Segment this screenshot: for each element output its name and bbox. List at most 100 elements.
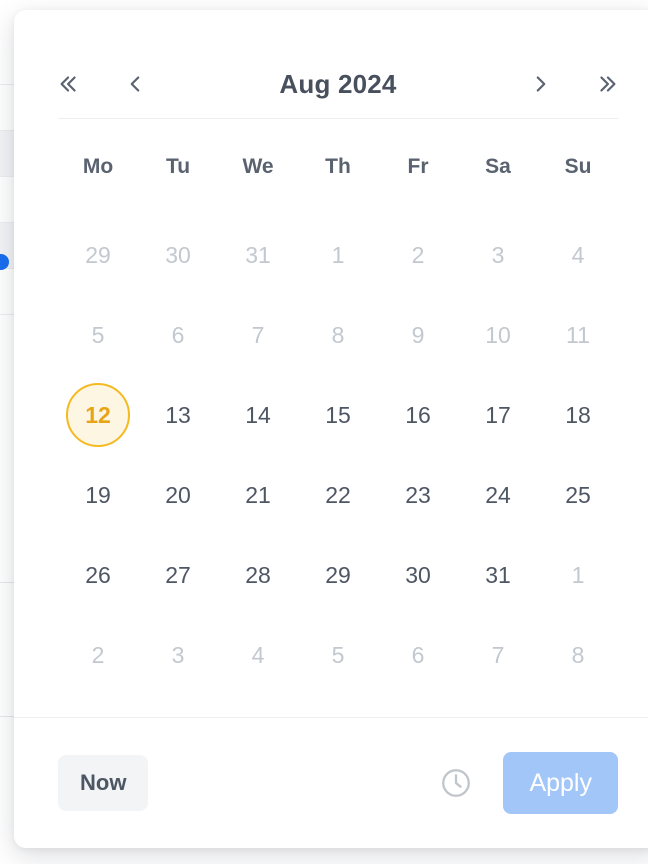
- calendar-cell: 1: [298, 215, 378, 295]
- calendar-cell: 8: [298, 295, 378, 375]
- calendar-day: 7: [491, 641, 505, 668]
- calendar-day: 1: [571, 561, 585, 588]
- calendar-cell: 9: [378, 295, 458, 375]
- next-month-button[interactable]: [518, 61, 564, 107]
- calendar-day[interactable]: 28: [226, 543, 290, 607]
- now-button[interactable]: Now: [58, 755, 149, 811]
- calendar-cell[interactable]: 22: [298, 455, 378, 535]
- calendar-day: 2: [91, 641, 105, 668]
- calendar-day[interactable]: 30: [386, 543, 450, 607]
- calendar-cell[interactable]: 29: [298, 535, 378, 615]
- calendar-day: 10: [485, 321, 511, 348]
- calendar-day[interactable]: 21: [226, 463, 290, 527]
- calendar-cell[interactable]: 13: [138, 375, 218, 455]
- calendar-day: 3: [491, 241, 505, 268]
- date-picker-popup: Aug 2024 Mo Tu We Th Fr Sa Su 29 30 31 1…: [14, 10, 648, 848]
- calendar-day: 8: [571, 641, 585, 668]
- weekday-tu: Tu: [165, 155, 191, 178]
- calendar-day: 3: [171, 641, 185, 668]
- chevron-right-icon: [528, 71, 554, 97]
- chevron-left-icon: [122, 71, 148, 97]
- calendar-day[interactable]: 26: [66, 543, 130, 607]
- calendar-day-selected[interactable]: 12: [66, 383, 130, 447]
- calendar-cell[interactable]: 21: [218, 455, 298, 535]
- calendar-day: 4: [251, 641, 265, 668]
- calendar-cell: 7: [218, 295, 298, 375]
- calendar-cell[interactable]: 19: [58, 455, 138, 535]
- calendar-cell[interactable]: 14: [218, 375, 298, 455]
- month-year-label[interactable]: Aug 2024: [158, 69, 518, 100]
- calendar-cell[interactable]: 23: [378, 455, 458, 535]
- calendar-cell[interactable]: 16: [378, 375, 458, 455]
- calendar-cell[interactable]: 25: [538, 455, 618, 535]
- calendar-day[interactable]: 16: [386, 383, 450, 447]
- calendar-cell[interactable]: 15: [298, 375, 378, 455]
- calendar-day: 7: [251, 321, 265, 348]
- calendar-day[interactable]: 31: [466, 543, 530, 607]
- weekday-fr: Fr: [407, 155, 429, 178]
- calendar-day[interactable]: 29: [306, 543, 370, 607]
- calendar-cell: 8: [538, 615, 618, 695]
- calendar-day[interactable]: 15: [306, 383, 370, 447]
- weekday-sa: Sa: [485, 155, 511, 178]
- calendar-day: 5: [331, 641, 345, 668]
- calendar-cell[interactable]: 20: [138, 455, 218, 535]
- apply-button[interactable]: Apply: [503, 752, 618, 814]
- calendar-cell: 4: [538, 215, 618, 295]
- calendar-cell[interactable]: 24: [458, 455, 538, 535]
- calendar-week-row: 12 13 14 15 16 17 18: [58, 375, 618, 455]
- calendar-cell: 10: [458, 295, 538, 375]
- calendar-day[interactable]: 27: [146, 543, 210, 607]
- calendar-day[interactable]: 17: [466, 383, 530, 447]
- weekday-header-row: Mo Tu We Th Fr Sa Su: [58, 119, 618, 215]
- calendar-day[interactable]: 14: [226, 383, 290, 447]
- calendar-week-row: 2 3 4 5 6 7 8: [58, 615, 618, 695]
- calendar-cell: 7: [458, 615, 538, 695]
- calendar-day: 31: [245, 241, 271, 268]
- calendar-day[interactable]: 18: [546, 383, 610, 447]
- calendar-cell[interactable]: 18: [538, 375, 618, 455]
- calendar-cell[interactable]: 30: [378, 535, 458, 615]
- chevron-double-left-icon: [54, 71, 80, 97]
- calendar-day: 1: [331, 241, 345, 268]
- calendar-week-row: 19 20 21 22 23 24 25: [58, 455, 618, 535]
- calendar-grid: Mo Tu We Th Fr Sa Su 29 30 31 1 2 3 4 5 6 7 8 9 10 11…: [58, 119, 618, 695]
- calendar-body: Mo Tu We Th Fr Sa Su 29 30 31 1 2 3 4 5 6 7 8 9 10 11…: [14, 119, 648, 717]
- calendar-cell[interactable]: 28: [218, 535, 298, 615]
- weekday-su: Su: [564, 155, 592, 178]
- calendar-day: 9: [411, 321, 425, 348]
- calendar-cell: 31: [218, 215, 298, 295]
- prev-year-button[interactable]: [44, 61, 90, 107]
- calendar-cell[interactable]: 26: [58, 535, 138, 615]
- calendar-day[interactable]: 19: [66, 463, 130, 527]
- calendar-cell[interactable]: 31: [458, 535, 538, 615]
- calendar-day[interactable]: 13: [146, 383, 210, 447]
- calendar-cell: 1: [538, 535, 618, 615]
- calendar-cell: 5: [298, 615, 378, 695]
- calendar-cell[interactable]: 17: [458, 375, 538, 455]
- chevron-double-right-icon: [596, 71, 622, 97]
- next-year-button[interactable]: [586, 61, 632, 107]
- clock-icon[interactable]: [439, 766, 473, 800]
- calendar-cell: 4: [218, 615, 298, 695]
- calendar-day: 8: [331, 321, 345, 348]
- calendar-day[interactable]: 24: [466, 463, 530, 527]
- calendar-cell: 11: [538, 295, 618, 375]
- weekday-mo: Mo: [82, 155, 114, 178]
- calendar-weeks: 29 30 31 1 2 3 4 5 6 7 8 9 10 11 12 13 14 15 16 17 18 19 20 21 2…: [58, 215, 618, 695]
- calendar-cell[interactable]: 12: [58, 375, 138, 455]
- calendar-cell: 6: [138, 295, 218, 375]
- background-divider: [0, 716, 14, 717]
- calendar-day: 30: [165, 241, 191, 268]
- calendar-day: 6: [171, 321, 185, 348]
- calendar-day[interactable]: 25: [546, 463, 610, 527]
- calendar-cell[interactable]: 27: [138, 535, 218, 615]
- prev-month-button[interactable]: [112, 61, 158, 107]
- calendar-day[interactable]: 22: [306, 463, 370, 527]
- calendar-day[interactable]: 23: [386, 463, 450, 527]
- calendar-cell: 3: [458, 215, 538, 295]
- calendar-day[interactable]: 20: [146, 463, 210, 527]
- calendar-week-row: 5 6 7 8 9 10 11: [58, 295, 618, 375]
- weekday-th: Th: [325, 155, 351, 178]
- calendar-day: 6: [411, 641, 425, 668]
